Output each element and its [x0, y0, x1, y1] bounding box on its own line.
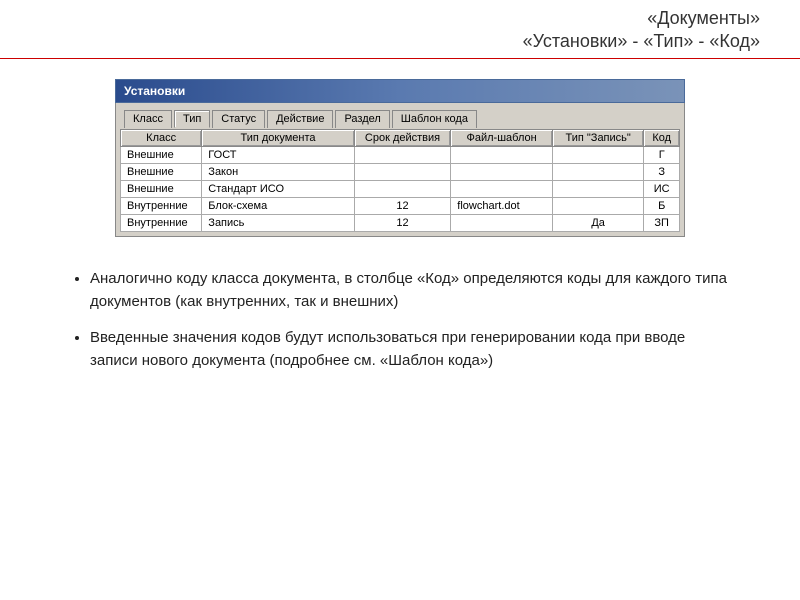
header-line-1: «Документы»	[0, 8, 760, 29]
table-cell[interactable]: 12	[354, 198, 451, 215]
table-cell[interactable]: Да	[552, 215, 643, 232]
tab-Статус[interactable]: Статус	[212, 110, 265, 128]
column-header[interactable]: Тип "Запись"	[552, 130, 643, 147]
table-cell[interactable]: ИС	[644, 181, 680, 198]
table-cell[interactable]: З	[644, 164, 680, 181]
table-cell[interactable]: Стандарт ИСО	[202, 181, 354, 198]
table-header-row: КлассТип документаСрок действияФайл-шабл…	[121, 130, 680, 147]
header-line-2: «Установки» - «Тип» - «Код»	[0, 31, 760, 52]
table-cell[interactable]: Закон	[202, 164, 354, 181]
table-cell[interactable]	[552, 181, 643, 198]
bullet-item: Аналогично коду класса документа, в стол…	[90, 267, 730, 314]
table-row[interactable]: ВнешниеЗакон З	[121, 164, 680, 181]
table-cell[interactable]: Внешние	[121, 164, 202, 181]
table-cell[interactable]: Внешние	[121, 147, 202, 164]
tab-Действие[interactable]: Действие	[267, 110, 333, 128]
table-cell[interactable]	[354, 147, 451, 164]
table-row[interactable]: ВнешниеСтандарт ИСО ИС	[121, 181, 680, 198]
data-table: КлассТип документаСрок действияФайл-шабл…	[120, 129, 680, 232]
column-header[interactable]: Файл-шаблон	[451, 130, 553, 147]
window-body: КлассТипСтатусДействиеРазделШаблон кода …	[115, 103, 685, 237]
table-body: ВнешниеГОСТГВнешниеЗаконЗВнешниеСтандарт…	[121, 147, 680, 232]
tab-Тип[interactable]: Тип	[174, 110, 210, 128]
table-cell[interactable]	[451, 181, 553, 198]
tab-Раздел[interactable]: Раздел	[335, 110, 389, 128]
tab-Шаблон кода[interactable]: Шаблон кода	[392, 110, 477, 128]
table-row[interactable]: ВнешниеГОСТ Г	[121, 147, 680, 164]
table-cell[interactable]: Запись	[202, 215, 354, 232]
table-cell[interactable]	[552, 147, 643, 164]
bullet-list: Аналогично коду класса документа, в стол…	[70, 267, 730, 372]
bullet-item: Введенные значения кодов будут использов…	[90, 326, 730, 373]
table-cell[interactable]: Блок-схема	[202, 198, 354, 215]
table-cell[interactable]: Г	[644, 147, 680, 164]
table-cell[interactable]	[354, 181, 451, 198]
table-cell[interactable]: Внешние	[121, 181, 202, 198]
table-row[interactable]: ВнутренниеБлок-схема12flowchart.dot Б	[121, 198, 680, 215]
table-cell[interactable]: flowchart.dot	[451, 198, 553, 215]
table-cell[interactable]	[552, 164, 643, 181]
description-bullets: Аналогично коду класса документа, в стол…	[70, 267, 730, 372]
table-row[interactable]: ВнутренниеЗапись12 ДаЗП	[121, 215, 680, 232]
column-header[interactable]: Класс	[121, 130, 202, 147]
table-cell[interactable]	[451, 164, 553, 181]
table-cell[interactable]	[451, 215, 553, 232]
window-titlebar: Установки	[115, 79, 685, 103]
table-cell[interactable]: Б	[644, 198, 680, 215]
window-title: Установки	[124, 84, 185, 98]
dialog-window: Установки КлассТипСтатусДействиеРазделШа…	[115, 79, 685, 237]
slide-header: «Документы» «Установки» - «Тип» - «Код»	[0, 0, 800, 59]
table-cell[interactable]	[451, 147, 553, 164]
column-header[interactable]: Код	[644, 130, 680, 147]
table-cell[interactable]: Внутренние	[121, 215, 202, 232]
table-cell[interactable]	[552, 198, 643, 215]
table-cell[interactable]: ЗП	[644, 215, 680, 232]
column-header[interactable]: Тип документа	[202, 130, 354, 147]
table-cell[interactable]	[354, 164, 451, 181]
table-cell[interactable]: ГОСТ	[202, 147, 354, 164]
table-cell[interactable]: Внутренние	[121, 198, 202, 215]
table-cell[interactable]: 12	[354, 215, 451, 232]
column-header[interactable]: Срок действия	[354, 130, 451, 147]
tab-strip: КлассТипСтатусДействиеРазделШаблон кода	[120, 109, 680, 127]
tab-Класс[interactable]: Класс	[124, 110, 172, 128]
